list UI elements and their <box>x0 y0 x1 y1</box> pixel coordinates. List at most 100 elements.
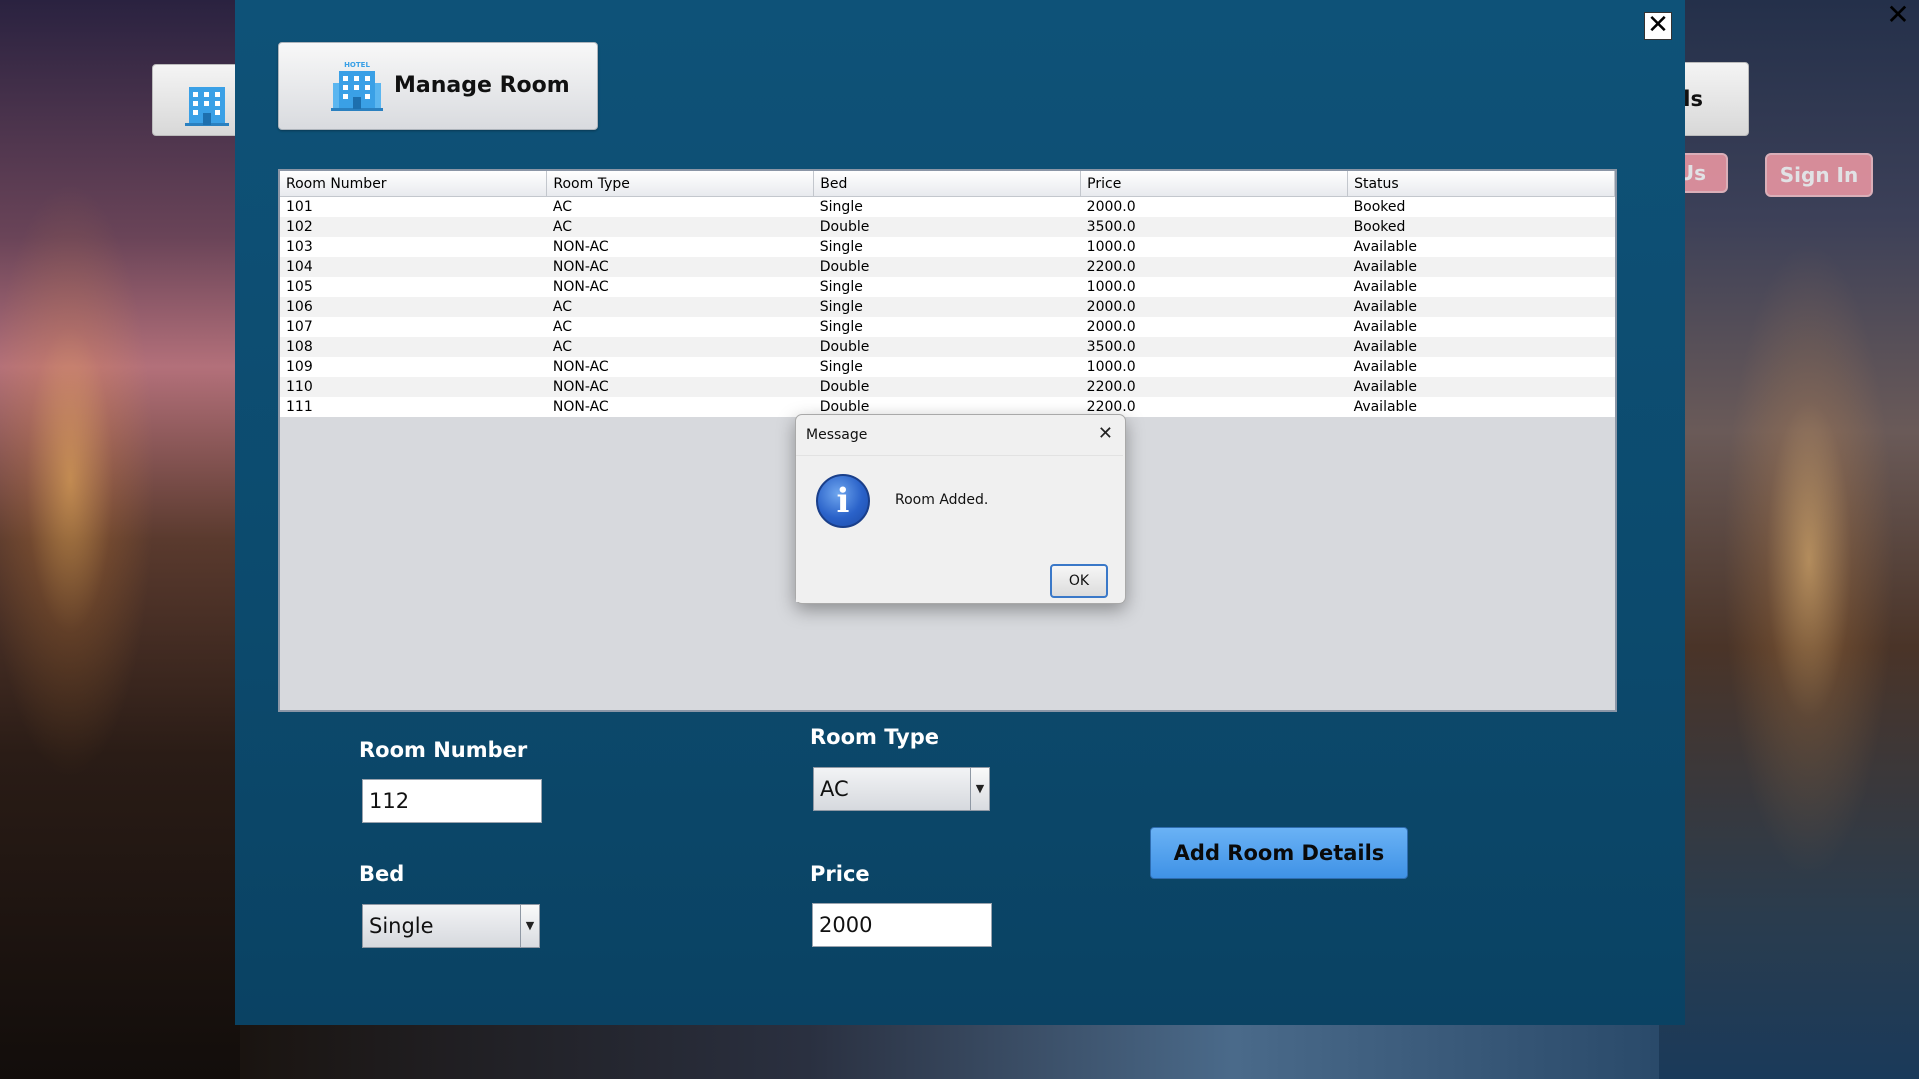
ok-button[interactable]: OK <box>1050 564 1108 598</box>
sign-in-label: Sign In <box>1779 163 1859 187</box>
table-row[interactable]: 102 AC Double 3500.0 Booked <box>280 217 1615 237</box>
table-cell: Single <box>813 196 1081 217</box>
room-number-label: Room Number <box>359 738 528 762</box>
table-row[interactable]: 106 AC Single 2000.0 Available <box>280 297 1615 317</box>
table-row[interactable]: 107 AC Single 2000.0 Available <box>280 317 1615 337</box>
manage-room-header: HOTEL Manage Room <box>278 42 598 130</box>
table-cell: NON-AC <box>546 237 814 257</box>
table-cell: 109 <box>280 357 547 377</box>
table-cell: Double <box>813 337 1081 357</box>
table-cell: AC <box>546 337 814 357</box>
table-cell: Available <box>1347 357 1615 377</box>
table-cell: Booked <box>1347 196 1615 217</box>
table-cell: 2000.0 <box>1080 196 1348 217</box>
hotel-icon: HOTEL <box>329 59 385 113</box>
table-cell: 101 <box>280 196 547 217</box>
table-cell: Double <box>813 377 1081 397</box>
table-cell: 108 <box>280 337 547 357</box>
table-cell: Available <box>1347 257 1615 277</box>
table-cell: Available <box>1347 277 1615 297</box>
table-cell: Available <box>1347 237 1615 257</box>
table-cell: 1000.0 <box>1080 277 1348 297</box>
dialog-title: Message <box>806 427 868 443</box>
dialog-close-icon[interactable]: ✕ <box>1098 423 1113 444</box>
table-cell: Available <box>1347 377 1615 397</box>
table-row[interactable]: 108 AC Double 3500.0 Available <box>280 337 1615 357</box>
column-header-price[interactable]: Price <box>1080 171 1349 197</box>
price-input[interactable]: 2000 <box>812 903 992 947</box>
table-cell: Single <box>813 357 1081 377</box>
room-number-input[interactable]: 112 <box>362 779 542 823</box>
table-cell: 107 <box>280 317 547 337</box>
info-icon: i <box>816 474 870 528</box>
table-cell: NON-AC <box>546 357 814 377</box>
column-header-room-number[interactable]: Room Number <box>280 171 548 197</box>
room-type-select[interactable]: AC ▼ <box>813 767 990 811</box>
table-cell: Single <box>813 277 1081 297</box>
column-header-room-type[interactable]: Room Type <box>546 171 815 197</box>
hotel-logo-text: HOTEL <box>344 61 370 69</box>
table-row[interactable]: 110 NON-AC Double 2200.0 Available <box>280 377 1615 397</box>
table-cell: NON-AC <box>546 257 814 277</box>
background-nav-label: ls <box>1683 87 1703 111</box>
table-header-row: Room Number Room Type Bed Price Status <box>280 171 1615 197</box>
table-cell: NON-AC <box>546 377 814 397</box>
bed-label: Bed <box>359 862 405 886</box>
table-cell: AC <box>546 297 814 317</box>
column-header-status[interactable]: Status <box>1347 171 1615 197</box>
table-row[interactable]: 109 NON-AC Single 1000.0 Available <box>280 357 1615 377</box>
background-photo-bottom <box>240 1020 1659 1079</box>
column-header-bed[interactable]: Bed <box>813 171 1082 197</box>
table-cell: NON-AC <box>546 397 814 417</box>
table-cell: 2000.0 <box>1080 297 1348 317</box>
table-cell: AC <box>546 317 814 337</box>
hotel-icon <box>183 75 231 127</box>
table-cell: 110 <box>280 377 547 397</box>
table-cell: Available <box>1347 397 1615 417</box>
table-cell: Double <box>813 257 1081 277</box>
table-cell: Double <box>813 217 1081 237</box>
bed-select[interactable]: Single ▼ <box>362 904 540 948</box>
table-cell: 111 <box>280 397 547 417</box>
table-cell: 106 <box>280 297 547 317</box>
table-cell: NON-AC <box>546 277 814 297</box>
table-cell: 3500.0 <box>1080 217 1348 237</box>
table-row[interactable]: 104 NON-AC Double 2200.0 Available <box>280 257 1615 277</box>
table-cell: Single <box>813 297 1081 317</box>
message-dialog: Message ✕ i Room Added. OK <box>795 414 1126 604</box>
table-cell: Single <box>813 317 1081 337</box>
table-cell: 2200.0 <box>1080 257 1348 277</box>
dialog-message: Room Added. <box>895 492 989 508</box>
add-room-details-button[interactable]: Add Room Details <box>1150 827 1408 879</box>
room-type-label: Room Type <box>810 725 940 749</box>
table-cell: 102 <box>280 217 547 237</box>
page-title: Manage Room <box>394 73 570 98</box>
dialog-body: i Room Added. OK <box>796 455 1123 602</box>
room-type-value: AC <box>820 777 849 801</box>
table-cell: 1000.0 <box>1080 237 1348 257</box>
table-cell: Available <box>1347 297 1615 317</box>
table-cell: 104 <box>280 257 547 277</box>
table-row[interactable]: 101 AC Single 2000.0 Booked <box>280 196 1615 217</box>
table-cell: Available <box>1347 337 1615 357</box>
table-cell: 1000.0 <box>1080 357 1348 377</box>
table-cell: 2000.0 <box>1080 317 1348 337</box>
chevron-down-icon[interactable]: ▼ <box>970 768 989 810</box>
price-label: Price <box>810 862 870 886</box>
background-close-icon[interactable]: ✕ <box>1885 1 1911 29</box>
table-cell: AC <box>546 217 814 237</box>
background-photo-left <box>0 0 240 1079</box>
table-cell: 3500.0 <box>1080 337 1348 357</box>
table-cell: 105 <box>280 277 547 297</box>
table-cell: Booked <box>1347 217 1615 237</box>
chevron-down-icon[interactable]: ▼ <box>520 905 539 947</box>
table-cell: 2200.0 <box>1080 377 1348 397</box>
table-cell: AC <box>546 196 814 217</box>
table-cell: Available <box>1347 317 1615 337</box>
window-close-icon[interactable]: ✕ <box>1644 12 1672 40</box>
table-row[interactable]: 103 NON-AC Single 1000.0 Available <box>280 237 1615 257</box>
bed-value: Single <box>369 914 434 938</box>
background-sign-in-button: Sign In <box>1765 153 1873 197</box>
table-row[interactable]: 105 NON-AC Single 1000.0 Available <box>280 277 1615 297</box>
table-cell: Single <box>813 237 1081 257</box>
